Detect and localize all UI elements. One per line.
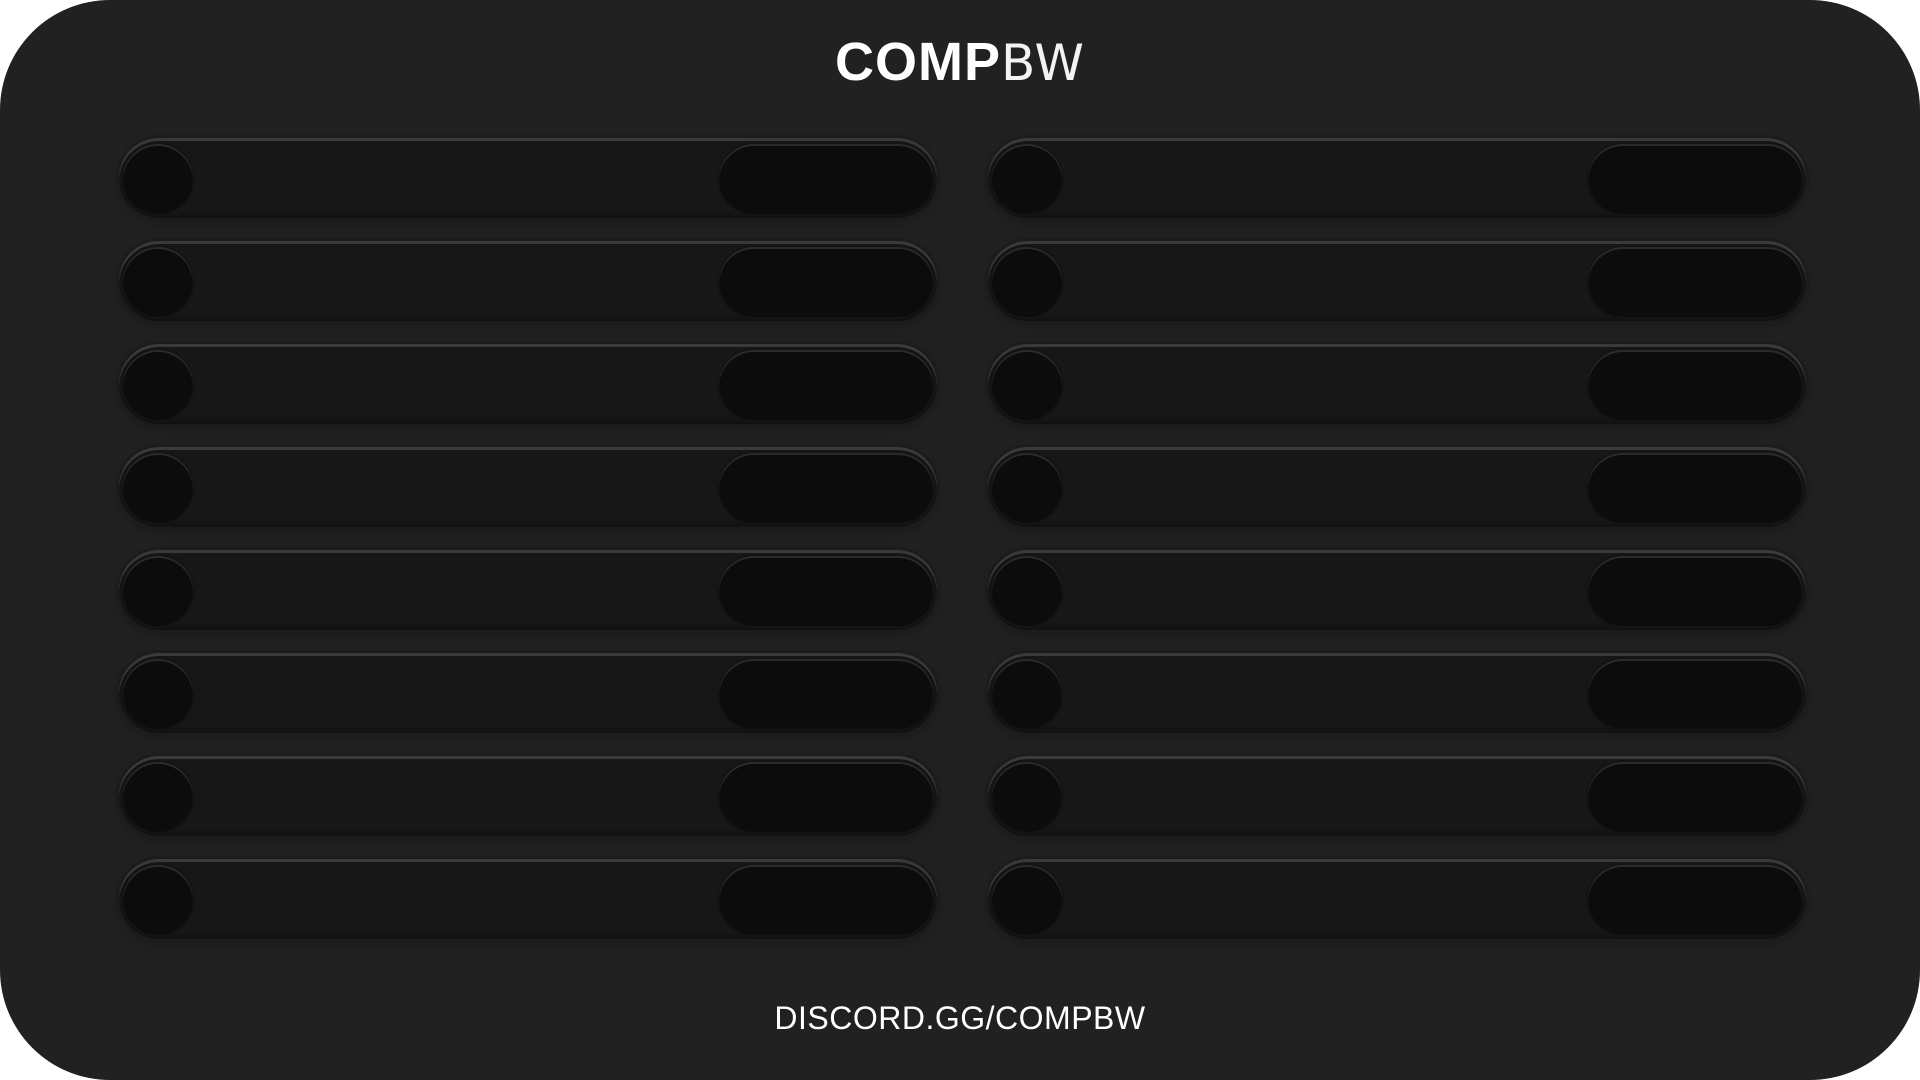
score-pill — [719, 556, 933, 626]
player-row — [119, 344, 937, 424]
player-avatar — [992, 144, 1062, 214]
player-row — [119, 859, 937, 939]
player-avatar — [123, 453, 193, 523]
player-row — [988, 859, 1806, 939]
player-row — [119, 756, 937, 836]
score-pill — [719, 247, 933, 317]
discord-link[interactable]: DISCORD.GG/COMPBW — [0, 1000, 1920, 1037]
player-avatar — [992, 556, 1062, 626]
score-pill — [719, 144, 933, 214]
score-pill — [719, 350, 933, 420]
player-avatar — [123, 659, 193, 729]
leaderboard-panel: COMPBW DISCORD.GG/COMPBW — [0, 0, 1920, 1080]
right-column — [988, 138, 1806, 962]
player-avatar — [123, 762, 193, 832]
player-avatar — [123, 144, 193, 214]
score-pill — [719, 762, 933, 832]
player-row — [119, 138, 937, 218]
player-avatar — [123, 865, 193, 935]
score-pill — [719, 453, 933, 523]
logo-light-text: BW — [1001, 34, 1085, 92]
player-row — [988, 241, 1806, 321]
player-row — [988, 447, 1806, 527]
player-avatar — [992, 865, 1062, 935]
player-avatar — [992, 762, 1062, 832]
player-row — [119, 447, 937, 527]
score-pill — [1588, 762, 1802, 832]
score-pill — [1588, 247, 1802, 317]
score-pill — [719, 865, 933, 935]
player-row — [988, 550, 1806, 630]
player-avatar — [123, 556, 193, 626]
score-pill — [1588, 144, 1802, 214]
player-avatar — [123, 247, 193, 317]
player-row — [988, 138, 1806, 218]
player-avatar — [992, 350, 1062, 420]
score-pill — [1588, 350, 1802, 420]
logo-bold-text: COMP — [835, 32, 1002, 92]
score-pill — [1588, 865, 1802, 935]
logo: COMPBW — [0, 34, 1920, 91]
score-pill — [1588, 659, 1802, 729]
player-avatar — [992, 659, 1062, 729]
player-avatar — [992, 453, 1062, 523]
player-row — [988, 344, 1806, 424]
player-avatar — [123, 350, 193, 420]
player-row — [988, 653, 1806, 733]
player-avatar — [992, 247, 1062, 317]
score-pill — [1588, 556, 1802, 626]
left-column — [119, 138, 937, 962]
score-pill — [1588, 453, 1802, 523]
player-row — [988, 756, 1806, 836]
player-row — [119, 653, 937, 733]
player-row — [119, 241, 937, 321]
score-pill — [719, 659, 933, 729]
player-row — [119, 550, 937, 630]
